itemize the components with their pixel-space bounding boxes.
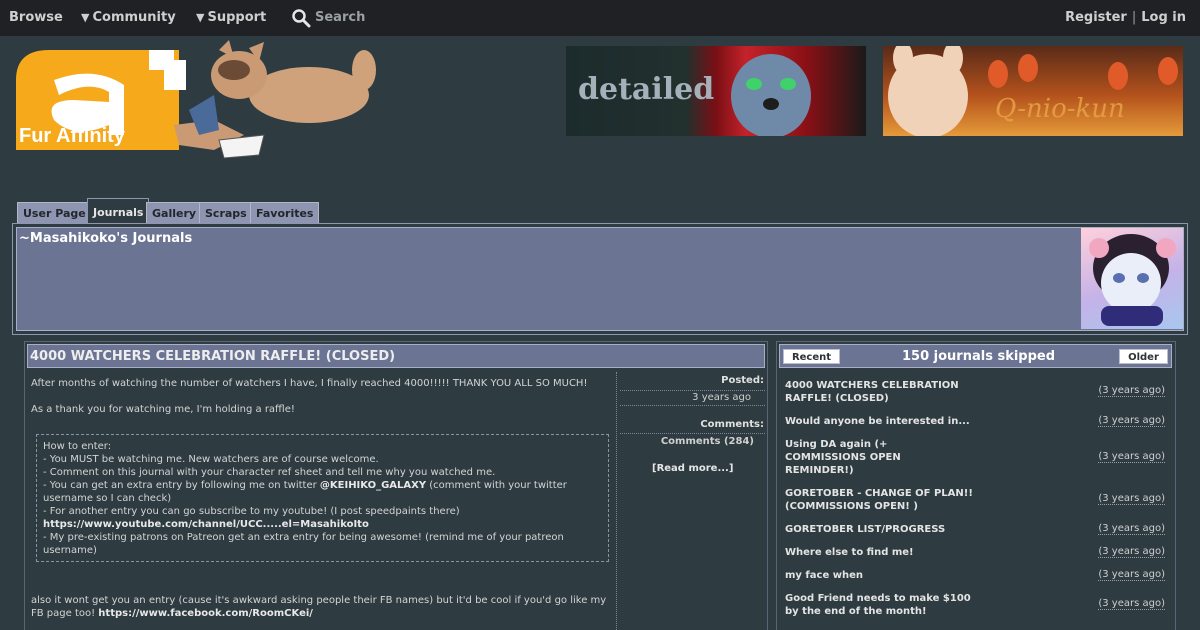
comments-label: Comments: bbox=[700, 419, 764, 430]
journal-list-date-text: (3 years ago) bbox=[1098, 598, 1165, 610]
journal-list-date: (3 years ago) bbox=[1098, 523, 1165, 535]
journal-list-item[interactable]: Using DA again (+ COMMISSIONS OPEN REMIN… bbox=[785, 438, 925, 477]
journal-paragraph: also it wont get you an entry (cause it'… bbox=[31, 594, 611, 620]
tab-favorites[interactable]: Favorites bbox=[250, 202, 320, 224]
journal-list-title: 150 journals skipped bbox=[902, 349, 1056, 364]
journal-list-date: (3 years ago) bbox=[1098, 385, 1165, 397]
avatar-art bbox=[1089, 234, 1176, 326]
journal-list-date: (3 years ago) bbox=[1098, 569, 1165, 581]
journal-list-date-text: (3 years ago) bbox=[1098, 415, 1165, 427]
nav-community[interactable]: ▼ Community bbox=[81, 10, 176, 25]
banner-ad-1[interactable]: detailed bbox=[566, 46, 866, 136]
journal-list-item[interactable]: Where else to find me! bbox=[785, 546, 985, 559]
auth-links: Register | Log in bbox=[1065, 10, 1186, 25]
read-more-link[interactable]: [Read more...] bbox=[652, 463, 733, 474]
search-input[interactable]: Search bbox=[315, 10, 365, 25]
recent-button[interactable]: Recent bbox=[783, 349, 840, 364]
journal-list-date: (3 years ago) bbox=[1098, 415, 1165, 427]
dropdown-arrow-icon: ▼ bbox=[196, 11, 205, 24]
journal-paragraph: After months of watching the number of w… bbox=[31, 378, 588, 389]
nav-browse-label: Browse bbox=[9, 10, 63, 25]
banner-ad-2[interactable]: Q-nio-kun bbox=[883, 46, 1183, 136]
logo-text: Fur Affinity bbox=[19, 125, 125, 147]
nav-support-label: Support bbox=[207, 10, 267, 25]
journal-list-item[interactable]: GORETOBER - CHANGE OF PLAN!! (COMMISSION… bbox=[785, 487, 975, 513]
page-title: ~Masahikoko's Journals bbox=[19, 231, 193, 246]
journal-list-date: (3 years ago) bbox=[1098, 451, 1165, 463]
twitter-handle: @KEIHIKO_GALAXY bbox=[319, 480, 427, 491]
divider bbox=[620, 390, 765, 391]
posted-value: 3 years ago bbox=[692, 392, 751, 403]
howto-text: - You can get an extra entry by followin… bbox=[43, 480, 320, 491]
journal-list-date-text: (3 years ago) bbox=[1098, 451, 1165, 463]
howto-line: - Comment on this journal with your char… bbox=[43, 467, 496, 478]
howto-line: - For another entry you can go subscribe… bbox=[43, 506, 460, 517]
howto-line: - You can get an extra entry by followin… bbox=[43, 479, 602, 505]
journal-paragraph: As a thank you for watching me, I'm hold… bbox=[31, 404, 295, 415]
banner-art bbox=[731, 54, 811, 136]
tab-journals[interactable]: Journals bbox=[87, 198, 150, 224]
nav-support[interactable]: ▼ Support bbox=[196, 10, 266, 25]
journal-list-date-text: (3 years ago) bbox=[1098, 523, 1165, 535]
dropdown-arrow-icon: ▼ bbox=[81, 11, 90, 24]
journal-title[interactable]: 4000 WATCHERS CELEBRATION RAFFLE! (CLOSE… bbox=[30, 349, 395, 364]
posted-label: Posted: bbox=[721, 375, 764, 386]
comments-link[interactable]: Comments (284) bbox=[661, 436, 754, 447]
divider bbox=[620, 405, 765, 406]
journal-list-date: (3 years ago) bbox=[1098, 493, 1165, 505]
journal-list-date: (3 years ago) bbox=[1098, 598, 1165, 610]
banner-text: Q-nio-kun bbox=[995, 94, 1125, 124]
tab-gallery[interactable]: Gallery bbox=[146, 202, 203, 224]
journal-list-item[interactable]: GORETOBER LIST/PROGRESS bbox=[785, 523, 985, 536]
avatar[interactable] bbox=[1081, 228, 1183, 329]
top-nav: Browse ▼ Community ▼ Support Search Regist… bbox=[0, 0, 1200, 36]
howto-heading: How to enter: bbox=[43, 441, 112, 452]
banner-text: detailed bbox=[578, 72, 715, 107]
register-link[interactable]: Register bbox=[1065, 10, 1127, 25]
nav-browse[interactable]: Browse bbox=[9, 10, 63, 25]
how-to-enter-box: How to enter: - You MUST be watching me.… bbox=[36, 434, 609, 562]
login-link[interactable]: Log in bbox=[1141, 10, 1186, 25]
howto-line: - You MUST be watching me. New watchers … bbox=[43, 454, 379, 465]
nav-community-label: Community bbox=[92, 10, 176, 25]
tab-scraps[interactable]: Scraps bbox=[199, 202, 253, 224]
journal-list-item[interactable]: my face when bbox=[785, 569, 985, 582]
tab-user-page[interactable]: User Page bbox=[17, 202, 92, 224]
youtube-link[interactable]: https://www.youtube.com/channel/UCC.....… bbox=[43, 518, 602, 531]
journal-list-item[interactable]: 4000 WATCHERS CELEBRATION RAFFLE! (CLOSE… bbox=[785, 379, 985, 405]
journal-list-item[interactable]: Would anyone be interested in... bbox=[785, 415, 985, 428]
older-button[interactable]: Older bbox=[1119, 349, 1168, 364]
search-icon[interactable] bbox=[291, 8, 311, 28]
auth-separator: | bbox=[1131, 10, 1137, 25]
journal-list-date-text: (3 years ago) bbox=[1098, 569, 1165, 581]
journal-list-item[interactable]: Good Friend needs to make $100 by the en… bbox=[785, 592, 980, 618]
divider bbox=[620, 433, 765, 434]
journal-list-date-text: (3 years ago) bbox=[1098, 385, 1165, 397]
journal-list-date-text: (3 years ago) bbox=[1098, 546, 1165, 558]
facebook-link[interactable]: https://www.facebook.com/RoomCKei/ bbox=[98, 608, 313, 619]
journal-list-date: (3 years ago) bbox=[1098, 546, 1165, 558]
howto-line: - My pre-existing patrons on Patreon get… bbox=[43, 532, 564, 556]
journal-list-date-text: (3 years ago) bbox=[1098, 493, 1165, 505]
